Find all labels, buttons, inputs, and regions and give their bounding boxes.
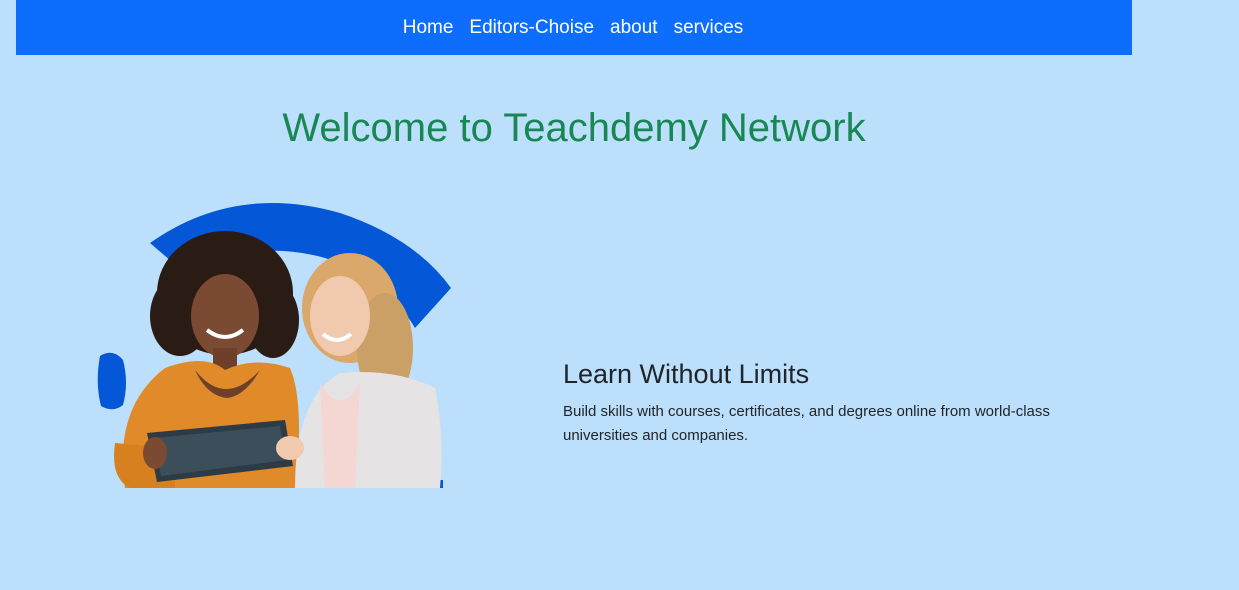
nav-link-services[interactable]: services xyxy=(674,17,744,38)
page-title: Welcome to Teachdemy Network xyxy=(282,106,866,150)
hero-illustration xyxy=(97,203,451,488)
blue-blob-shape xyxy=(97,352,126,410)
nav-link-about[interactable]: about xyxy=(610,17,658,38)
hero-heading: Learn Without Limits xyxy=(563,359,810,389)
hero-image xyxy=(95,198,455,488)
hero-description: Build skills with courses, certificates,… xyxy=(563,403,1050,445)
hero-text-block: Learn Without Limits Build skills with c… xyxy=(563,358,1103,448)
nav-list: Home Editors-Choise about services xyxy=(403,18,744,38)
nav-link-home[interactable]: Home xyxy=(403,17,454,38)
top-navbar: Home Editors-Choise about services xyxy=(16,0,1132,55)
nav-link-editors-choise[interactable]: Editors-Choise xyxy=(469,17,594,38)
